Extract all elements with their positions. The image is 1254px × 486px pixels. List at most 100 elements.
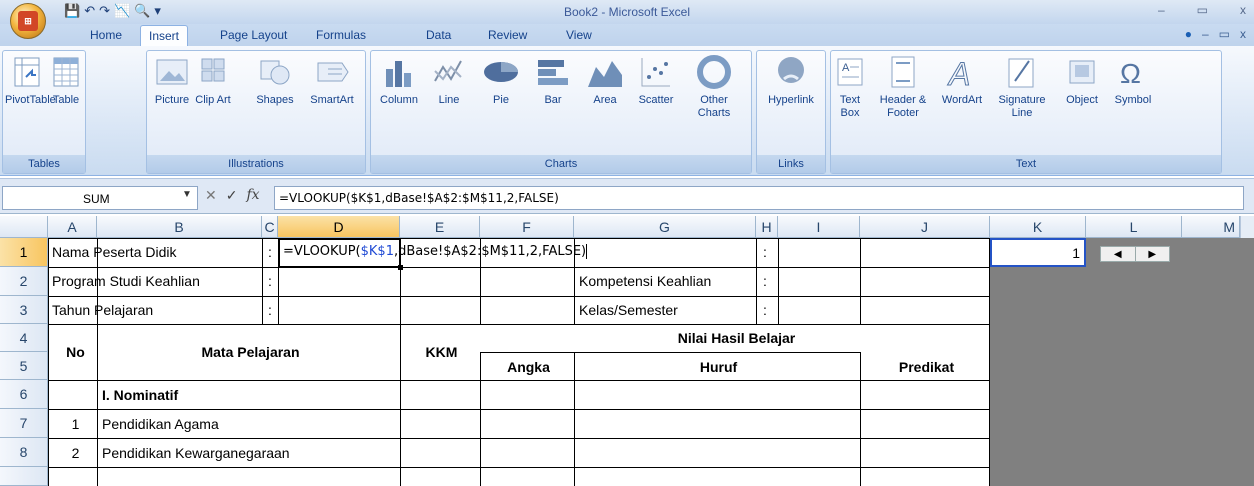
area-chart-button[interactable]: Area bbox=[583, 55, 627, 107]
tab-home[interactable]: Home bbox=[90, 28, 122, 42]
name-box[interactable]: SUM bbox=[2, 186, 198, 210]
column-header-l[interactable]: L bbox=[1086, 216, 1182, 238]
header-kkm[interactable]: KKM bbox=[400, 344, 480, 360]
cell-a2[interactable]: Program Studi Keahlian bbox=[49, 273, 200, 289]
signature-line-button[interactable]: Signature Line bbox=[991, 55, 1053, 120]
row-header-5[interactable]: 5 bbox=[0, 352, 48, 380]
header-angka[interactable]: Angka bbox=[480, 359, 574, 375]
column-header-e[interactable]: E bbox=[400, 216, 480, 238]
help-icon[interactable]: ● bbox=[1185, 27, 1192, 41]
redo-icon[interactable]: ↷ bbox=[99, 3, 110, 19]
object-button[interactable]: Object bbox=[1057, 55, 1107, 107]
wordart-button[interactable]: A WordArt bbox=[935, 55, 989, 107]
column-header-a[interactable]: A bbox=[48, 216, 97, 238]
spin-right-icon[interactable]: ▶ bbox=[1136, 247, 1170, 261]
row-header-6[interactable]: 6 bbox=[0, 380, 48, 409]
column-header-f[interactable]: F bbox=[480, 216, 574, 238]
tab-review[interactable]: Review bbox=[488, 28, 527, 42]
shapes-button[interactable]: Shapes bbox=[251, 55, 299, 107]
header-mata-pelajaran[interactable]: Mata Pelajaran bbox=[98, 344, 400, 360]
header-predikat[interactable]: Predikat bbox=[860, 359, 990, 375]
column-header-g[interactable]: G bbox=[574, 216, 756, 238]
ribbon-tabs: Home Insert Page Layout Formulas Data Re… bbox=[0, 24, 1254, 47]
spin-button[interactable]: ◀ ▶ bbox=[1100, 246, 1170, 262]
cell-k1[interactable]: 1 bbox=[990, 238, 1086, 267]
header-no[interactable]: No bbox=[50, 344, 98, 360]
other-charts-button[interactable]: Other Charts bbox=[683, 55, 745, 120]
ribbon-close-button[interactable]: x bbox=[1240, 27, 1246, 41]
clip-art-button[interactable]: Clip Art bbox=[195, 55, 231, 107]
spin-left-icon[interactable]: ◀ bbox=[1101, 247, 1136, 261]
customize-qat-icon[interactable]: ▾ bbox=[154, 3, 161, 19]
cell-h3[interactable]: : bbox=[760, 302, 767, 318]
worksheet-grid[interactable]: A B C D E F G H I J K L M 1 2 3 4 5 6 7 … bbox=[0, 216, 1254, 486]
cell-a1[interactable]: Nama Peserta Didik bbox=[49, 244, 177, 260]
row-header-3[interactable]: 3 bbox=[0, 296, 48, 324]
tab-formulas[interactable]: Formulas bbox=[316, 28, 366, 42]
column-header-d[interactable]: D bbox=[278, 216, 400, 238]
header-footer-button[interactable]: Header & Footer bbox=[871, 55, 935, 120]
insert-function-icon[interactable]: fx bbox=[246, 187, 259, 204]
tab-view[interactable]: View bbox=[566, 28, 592, 42]
column-header-i[interactable]: I bbox=[778, 216, 860, 238]
name-box-dropdown-icon[interactable]: ▼ bbox=[182, 189, 192, 200]
column-header-h[interactable]: H bbox=[756, 216, 778, 238]
symbol-button[interactable]: Ω Symbol bbox=[1107, 55, 1159, 107]
undo-icon[interactable]: ↶ bbox=[84, 3, 95, 19]
cell-a7[interactable]: 1 bbox=[50, 416, 98, 432]
cell-b8[interactable]: Pendidikan Kewarganegaraan bbox=[99, 445, 290, 461]
column-header-b[interactable]: B bbox=[97, 216, 262, 238]
hyperlink-button[interactable]: Hyperlink bbox=[759, 55, 823, 107]
column-header-c[interactable]: C bbox=[262, 216, 278, 238]
cell-d1-editing[interactable]: =VLOOKUP($K$1,dBase!$A$2:$M$11,2,FALSE) bbox=[280, 244, 588, 259]
office-button[interactable]: ⊞ bbox=[10, 3, 46, 39]
cell-h2[interactable]: : bbox=[760, 273, 767, 289]
cancel-icon[interactable]: ✕ bbox=[205, 187, 217, 204]
cell-a8[interactable]: 2 bbox=[50, 445, 98, 461]
row-header-1[interactable]: 1 bbox=[0, 238, 48, 267]
close-button[interactable]: x bbox=[1240, 3, 1246, 17]
column-header-m[interactable]: M bbox=[1182, 216, 1240, 238]
restore-button[interactable]: ▭ bbox=[1197, 3, 1208, 17]
row-header-7[interactable]: 7 bbox=[0, 409, 48, 438]
header-nilai-hasil-belajar[interactable]: Nilai Hasil Belajar bbox=[480, 330, 990, 346]
pie-chart-button[interactable]: Pie bbox=[479, 55, 523, 107]
chart-icon[interactable]: 📉 bbox=[114, 3, 130, 19]
save-icon[interactable]: 💾 bbox=[64, 3, 80, 19]
enter-icon[interactable]: ✓ bbox=[226, 187, 238, 204]
cell-h1[interactable]: : bbox=[760, 244, 767, 260]
column-chart-button[interactable]: Column bbox=[373, 55, 425, 107]
text-box-button[interactable]: A Text Box bbox=[833, 55, 867, 120]
header-huruf[interactable]: Huruf bbox=[574, 359, 860, 375]
cell-g3[interactable]: Kelas/Semester bbox=[576, 302, 678, 318]
ribbon-restore-button[interactable]: ▭ bbox=[1219, 27, 1230, 41]
row-header-2[interactable]: 2 bbox=[0, 267, 48, 296]
tab-page-layout[interactable]: Page Layout bbox=[220, 28, 287, 42]
minimize-button[interactable]: – bbox=[1158, 3, 1165, 17]
row-header-8[interactable]: 8 bbox=[0, 438, 48, 467]
cell-b6[interactable]: I. Nominatif bbox=[99, 387, 178, 403]
formula-input[interactable]: =VLOOKUP($K$1,dBase!$A$2:$M$11,2,FALSE) bbox=[274, 186, 1244, 210]
cell-c1[interactable]: : bbox=[265, 244, 272, 260]
cell-c2[interactable]: : bbox=[265, 273, 272, 289]
cell-g2[interactable]: Kompetensi Keahlian bbox=[576, 273, 711, 289]
preview-icon[interactable]: 🔍 bbox=[134, 3, 150, 19]
smartart-button[interactable]: SmartArt bbox=[301, 55, 363, 107]
bar-chart-button[interactable]: Bar bbox=[531, 55, 575, 107]
tab-data[interactable]: Data bbox=[426, 28, 451, 42]
scatter-chart-button[interactable]: Scatter bbox=[631, 55, 681, 107]
tab-insert[interactable]: Insert bbox=[140, 25, 189, 47]
select-all-button[interactable] bbox=[0, 216, 48, 238]
row-header-4[interactable]: 4 bbox=[0, 324, 48, 352]
column-header-j[interactable]: J bbox=[860, 216, 990, 238]
cell-a3[interactable]: Tahun Pelajaran bbox=[49, 302, 153, 318]
table-button[interactable]: Table bbox=[47, 55, 85, 107]
picture-button[interactable]: Picture bbox=[149, 55, 195, 107]
cell-c3[interactable]: : bbox=[265, 302, 272, 318]
pivottable-button[interactable]: PivotTable bbox=[5, 55, 56, 107]
line-chart-button[interactable]: Line bbox=[427, 55, 471, 107]
cell-b7[interactable]: Pendidikan Agama bbox=[99, 416, 219, 432]
ribbon-minimize-button[interactable]: – bbox=[1202, 27, 1209, 41]
row-header-9[interactable] bbox=[0, 467, 48, 486]
column-header-k[interactable]: K bbox=[990, 216, 1086, 238]
